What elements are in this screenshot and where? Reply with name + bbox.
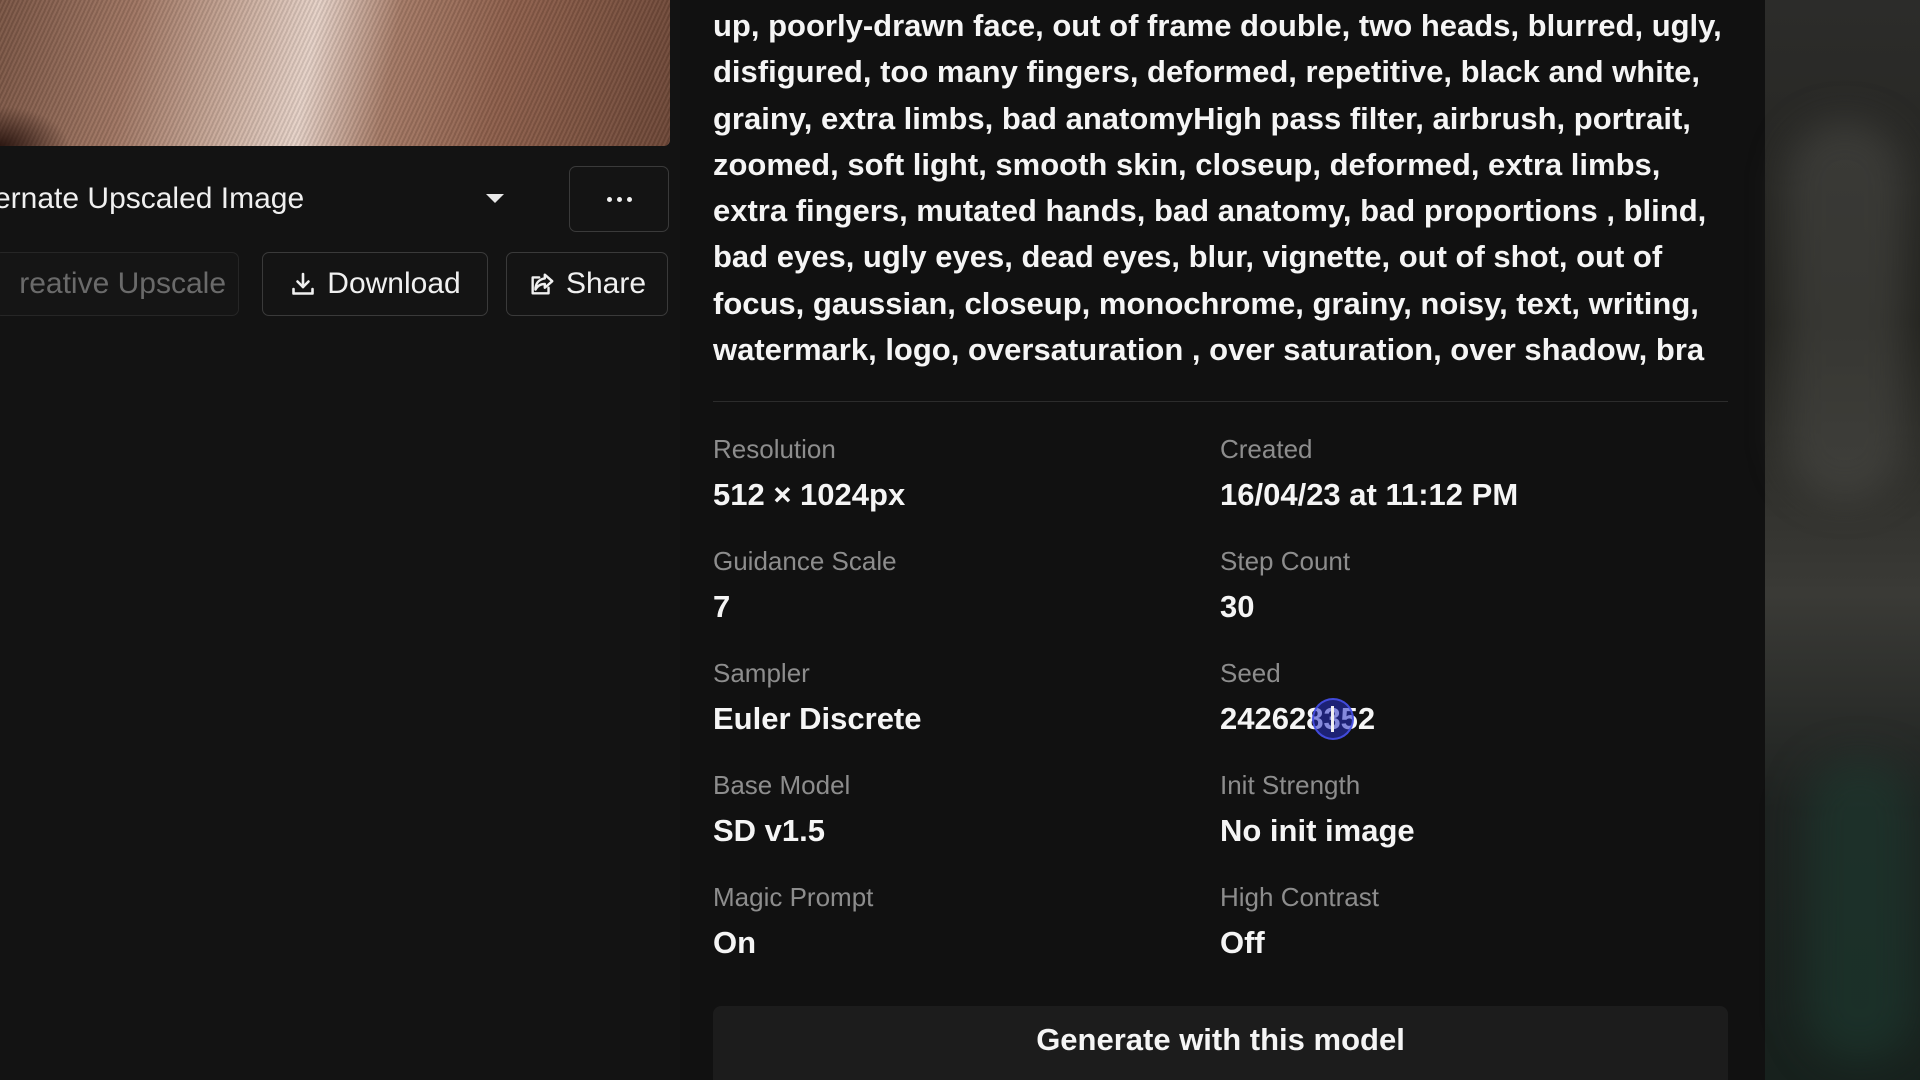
detail-label: Step Count xyxy=(1220,546,1351,576)
page: ernate Upscaled Image reative Upscale Do… xyxy=(0,0,1920,1080)
detail-label: Init Strength xyxy=(1220,770,1361,800)
background-blur-shape xyxy=(1785,120,1905,500)
detail-value: 512 × 1024px xyxy=(713,477,906,512)
detail-label: Seed xyxy=(1220,658,1281,688)
detail-label: Created xyxy=(1220,434,1313,464)
detail-label: Sampler xyxy=(713,658,810,688)
seed-value[interactable]: 242628352 xyxy=(1220,699,1700,739)
detail-guidance-scale: Guidance Scale 7 xyxy=(713,545,1193,627)
detail-init-strength: Init Strength No init image xyxy=(1220,769,1700,851)
download-icon xyxy=(289,270,317,298)
variant-select-value: ernate Upscaled Image xyxy=(0,182,305,215)
mouse-cursor-highlight xyxy=(1312,698,1354,740)
background-blurred-edge xyxy=(1765,0,1920,1080)
share-icon xyxy=(528,270,556,298)
download-button[interactable]: Download xyxy=(262,252,488,316)
generate-button-label: Generate with this model xyxy=(1036,1022,1405,1057)
generate-with-model-button[interactable]: Generate with this model xyxy=(713,1006,1728,1080)
detail-value: SD v1.5 xyxy=(713,813,826,848)
image-shadow xyxy=(0,106,70,146)
detail-created: Created 16/04/23 at 11:12 PM xyxy=(1220,433,1700,515)
detail-label: High Contrast xyxy=(1220,882,1379,912)
detail-seed: Seed 242628352 xyxy=(1220,657,1700,739)
detail-high-contrast: High Contrast Off xyxy=(1220,881,1700,963)
more-options-button[interactable] xyxy=(569,166,669,232)
detail-magic-prompt: Magic Prompt On xyxy=(713,881,1193,963)
detail-value: 16/04/23 at 11:12 PM xyxy=(1220,477,1519,512)
more-horizontal-icon xyxy=(606,196,612,202)
detail-value: Off xyxy=(1220,925,1265,960)
detail-label: Magic Prompt xyxy=(713,882,874,912)
image-variant-select[interactable]: ernate Upscaled Image xyxy=(0,166,534,232)
image-details-panel: up, poorly-drawn face, out of frame doub… xyxy=(680,0,1765,1080)
creative-upscale-label: reative Upscale xyxy=(19,267,226,300)
share-button[interactable]: Share xyxy=(506,252,668,316)
background-blur-shape xyxy=(1805,760,1915,1060)
detail-value: No init image xyxy=(1220,813,1415,848)
detail-resolution: Resolution 512 × 1024px xyxy=(713,433,1193,515)
detail-value: Euler Discrete xyxy=(713,701,922,736)
detail-sampler: Sampler Euler Discrete xyxy=(713,657,1193,739)
detail-label: Resolution xyxy=(713,434,836,464)
detail-value: On xyxy=(713,925,757,960)
image-column: ernate Upscaled Image reative Upscale Do… xyxy=(0,0,680,1080)
more-horizontal-icon-dot xyxy=(626,196,632,202)
detail-label: Guidance Scale xyxy=(713,546,897,576)
detail-value: 7 xyxy=(713,589,731,624)
negative-prompt-text: up, poorly-drawn face, out of frame doub… xyxy=(713,8,1722,368)
detail-label: Base Model xyxy=(713,770,851,800)
generated-image-preview[interactable] xyxy=(0,0,670,146)
more-horizontal-icon-dot xyxy=(616,196,622,202)
detail-step-count: Step Count 30 xyxy=(1220,545,1700,627)
creative-upscale-button[interactable]: reative Upscale xyxy=(0,252,239,316)
detail-base-model: Base Model SD v1.5 xyxy=(713,769,1193,851)
download-label: Download xyxy=(327,267,461,300)
details-divider xyxy=(713,401,1728,402)
detail-value: 30 xyxy=(1220,589,1255,624)
chevron-down-icon xyxy=(486,194,504,203)
share-label: Share xyxy=(565,267,647,300)
